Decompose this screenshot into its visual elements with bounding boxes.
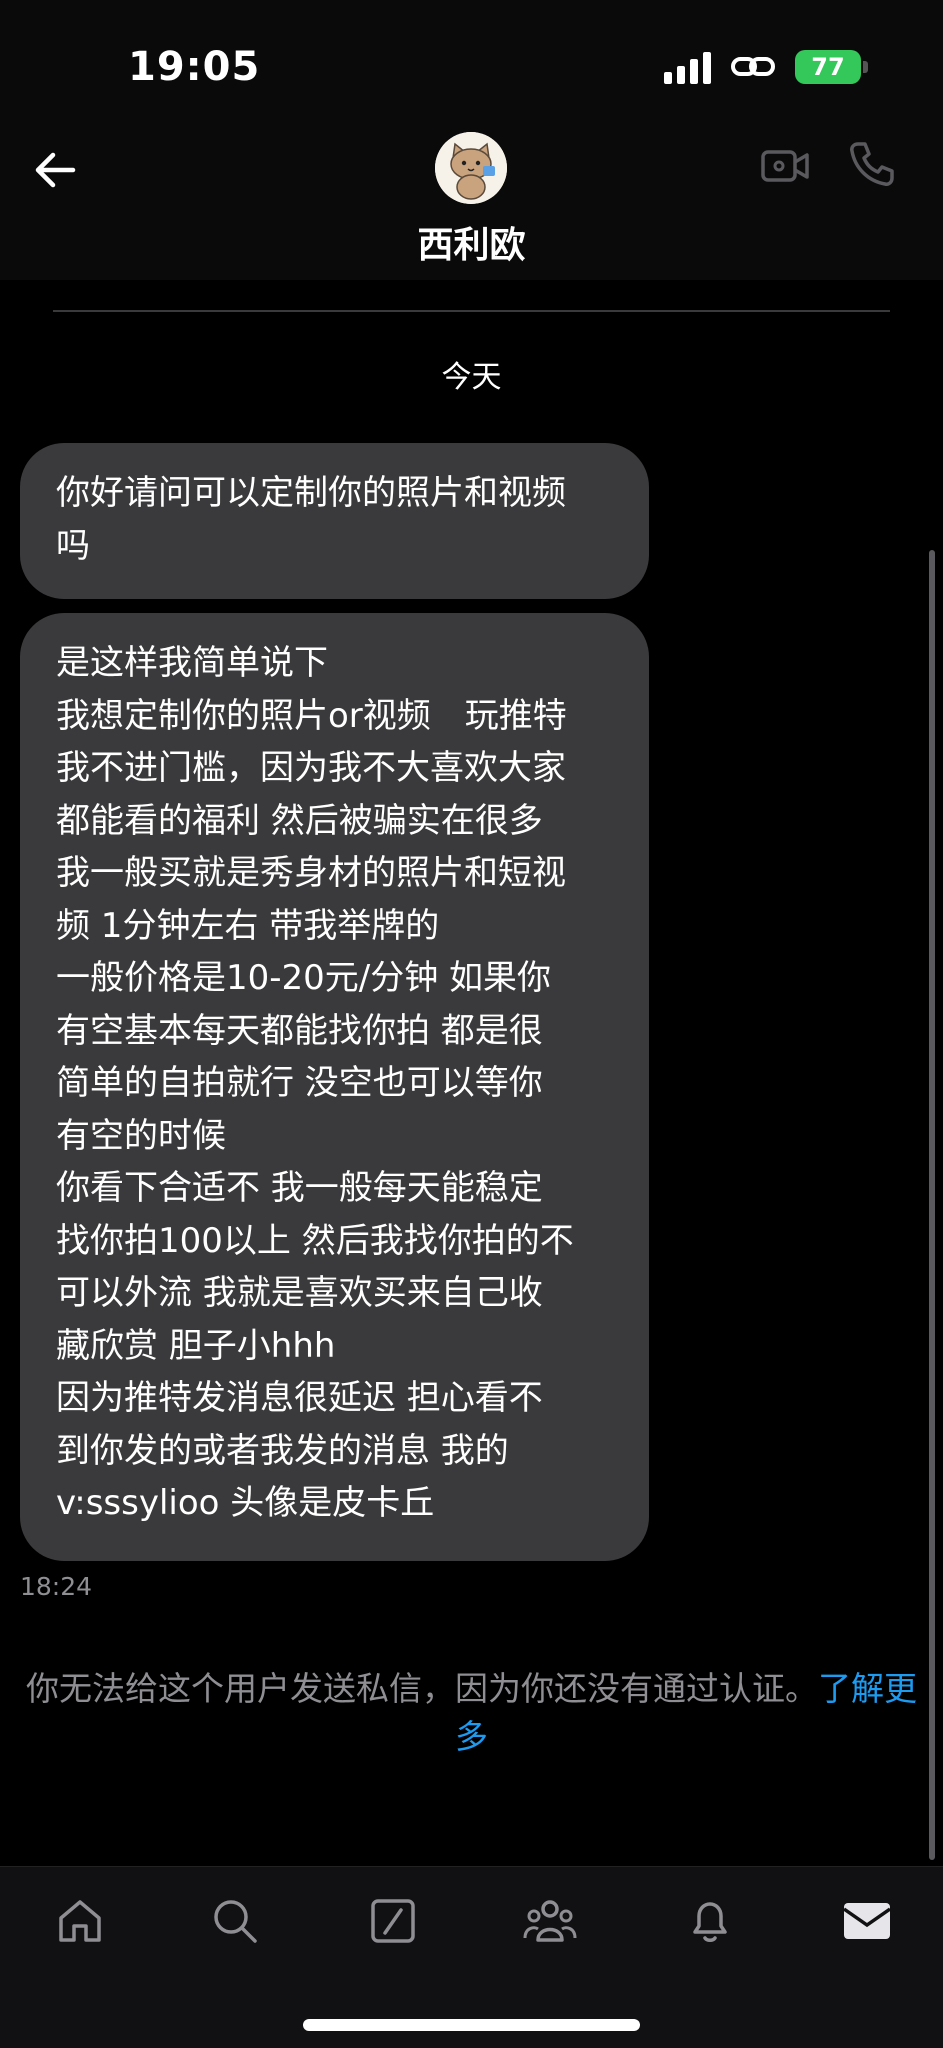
home-indicator[interactable] — [303, 2019, 640, 2031]
back-button[interactable] — [30, 145, 80, 195]
status-time: 19:05 — [128, 44, 261, 90]
message-bubble[interactable]: 你好请问可以定制你的照片和视频 吗 — [20, 443, 649, 599]
video-call-button[interactable] — [760, 146, 810, 186]
tab-home[interactable] — [50, 1891, 110, 1951]
divider — [53, 310, 890, 312]
cellular-signal-icon — [664, 50, 711, 84]
battery-icon: 77 — [795, 50, 868, 84]
notifications-icon — [693, 1902, 727, 1942]
phone-icon — [850, 142, 894, 186]
messages-icon — [843, 1903, 891, 1939]
search-icon — [214, 1900, 257, 1943]
tab-notifications[interactable] — [680, 1891, 740, 1951]
voice-call-button[interactable] — [848, 140, 896, 188]
status-bar: 19:05 77 — [0, 0, 943, 130]
home-icon — [59, 1900, 101, 1942]
communities-icon — [523, 1900, 577, 1942]
tab-communities[interactable] — [520, 1891, 580, 1951]
tab-grok[interactable] — [363, 1891, 423, 1951]
personal-hotspot-icon — [731, 57, 775, 76]
grok-icon — [371, 1899, 415, 1943]
message-bubble[interactable]: 是这样我简单说下 我想定制你的照片or视频 玩推特 我不进门槛，因为我不大喜欢大… — [20, 613, 649, 1561]
dm-restriction-notice: 你无法给这个用户发送私信，因为你还没有通过认证。了解更多 — [0, 1665, 943, 1761]
contact-name: 西利欧 — [417, 225, 526, 266]
date-separator: 今天 — [441, 360, 502, 395]
tab-search[interactable] — [205, 1891, 265, 1951]
cat-avatar-icon — [435, 132, 507, 204]
video-camera-icon — [761, 150, 809, 182]
status-icons: 77 — [664, 50, 868, 84]
tab-messages[interactable] — [837, 1891, 897, 1951]
notice-text: 你无法给这个用户发送私信，因为你还没有通过认证。 — [26, 1669, 818, 1708]
conversation-header: 西利欧 — [0, 130, 943, 280]
message-timestamp: 18:24 — [20, 1572, 93, 1601]
scrollbar[interactable] — [929, 550, 935, 1860]
arrow-left-icon — [35, 152, 76, 188]
bottom-tab-bar — [0, 1866, 943, 2048]
contact-avatar[interactable] — [435, 132, 507, 204]
battery-level: 77 — [811, 53, 845, 81]
